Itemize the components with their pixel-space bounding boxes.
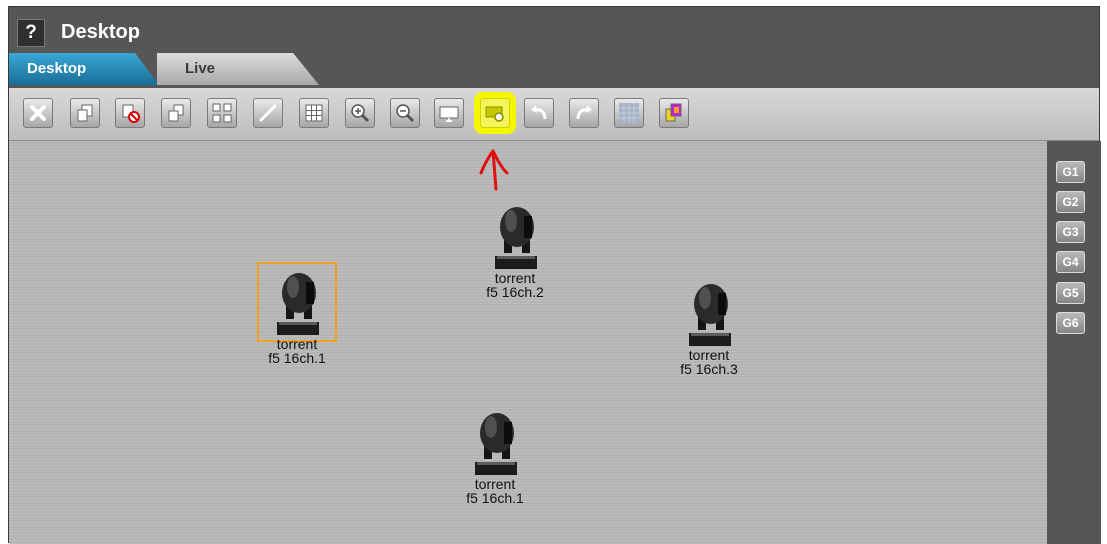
- undo-icon: [531, 105, 547, 120]
- title-bar: ? Desktop: [9, 7, 1099, 53]
- delete-button[interactable]: [23, 98, 53, 128]
- group-panel: G1 G2 G3 G4 G5 G6: [1047, 141, 1101, 544]
- zoom-in-button[interactable]: [345, 98, 375, 128]
- desktop-window: ? Desktop Desktop Live torrent f5 16ch.1…: [8, 6, 1101, 544]
- fixture-channel-label: f5 16ch.2: [486, 284, 544, 300]
- group-button-g5[interactable]: G5: [1056, 282, 1085, 304]
- arrange-button[interactable]: [207, 98, 237, 128]
- remove-copy-icon: [122, 104, 140, 123]
- tab-bar: Desktop Live: [9, 53, 1099, 85]
- group-button-g6[interactable]: G6: [1056, 312, 1085, 334]
- tab-live[interactable]: Live: [157, 53, 319, 85]
- moving-head-icon: [495, 207, 537, 269]
- group-button-g3[interactable]: G3: [1056, 221, 1085, 243]
- redo-button[interactable]: [569, 98, 599, 128]
- arrange-grid-icon: [212, 103, 232, 123]
- fixture-type-label: torrent: [688, 347, 730, 363]
- fixture-type-label: torrent: [474, 476, 516, 492]
- screenshot-button[interactable]: [480, 98, 510, 128]
- fixture-item[interactable]: torrent f5 16ch.3: [649, 278, 769, 376]
- draw-button[interactable]: [253, 98, 283, 128]
- fixture-type-label: torrent: [276, 336, 318, 352]
- moving-head-icon: [277, 273, 319, 335]
- monitor-icon: [439, 106, 459, 122]
- desktop-canvas[interactable]: torrent f5 16ch.1 torrent f5 16ch.2 torr…: [9, 141, 1047, 544]
- copy-icon: [77, 104, 93, 122]
- moving-head-icon: [475, 413, 517, 475]
- zoom-out-button[interactable]: [390, 98, 420, 128]
- remove-copy-button[interactable]: [115, 98, 145, 128]
- group-button-g2[interactable]: G2: [1056, 191, 1085, 213]
- zoom-out-icon: [396, 104, 415, 123]
- redo-icon: [576, 105, 592, 120]
- pattern-icon: [619, 103, 639, 123]
- annotation-arrow-icon: [479, 149, 509, 191]
- tab-desktop[interactable]: Desktop: [9, 53, 159, 85]
- fixture-channel-label: f5 16ch.1: [466, 490, 524, 506]
- color-layers-button[interactable]: [659, 98, 689, 128]
- monitor-button[interactable]: [434, 98, 464, 128]
- pattern-button[interactable]: [614, 98, 644, 128]
- duplicate-button[interactable]: [161, 98, 191, 128]
- close-icon: [30, 105, 46, 121]
- pencil-icon: [259, 104, 277, 122]
- duplicate-icon: [168, 104, 184, 122]
- help-button[interactable]: ?: [17, 19, 45, 47]
- window-title: Desktop: [61, 21, 140, 43]
- zoom-in-icon: [351, 104, 370, 123]
- fixture-type-label: torrent: [494, 270, 536, 286]
- group-button-g1[interactable]: G1: [1056, 161, 1085, 183]
- grid-icon: [305, 104, 323, 122]
- fixture-item[interactable]: torrent f5 16ch.1: [237, 267, 357, 365]
- fixture-item[interactable]: torrent f5 16ch.1: [435, 407, 555, 505]
- fixture-channel-label: f5 16ch.3: [680, 361, 738, 377]
- group-button-g4[interactable]: G4: [1056, 251, 1085, 273]
- screenshot-icon: [485, 106, 504, 122]
- fixture-channel-label: f5 16ch.1: [268, 350, 326, 366]
- copy-button[interactable]: [70, 98, 100, 128]
- fixture-item[interactable]: torrent f5 16ch.2: [455, 201, 575, 299]
- undo-button[interactable]: [524, 98, 554, 128]
- toolbar: [9, 88, 1099, 141]
- color-layers-icon: [665, 103, 682, 122]
- moving-head-icon: [689, 284, 731, 346]
- grid-button[interactable]: [299, 98, 329, 128]
